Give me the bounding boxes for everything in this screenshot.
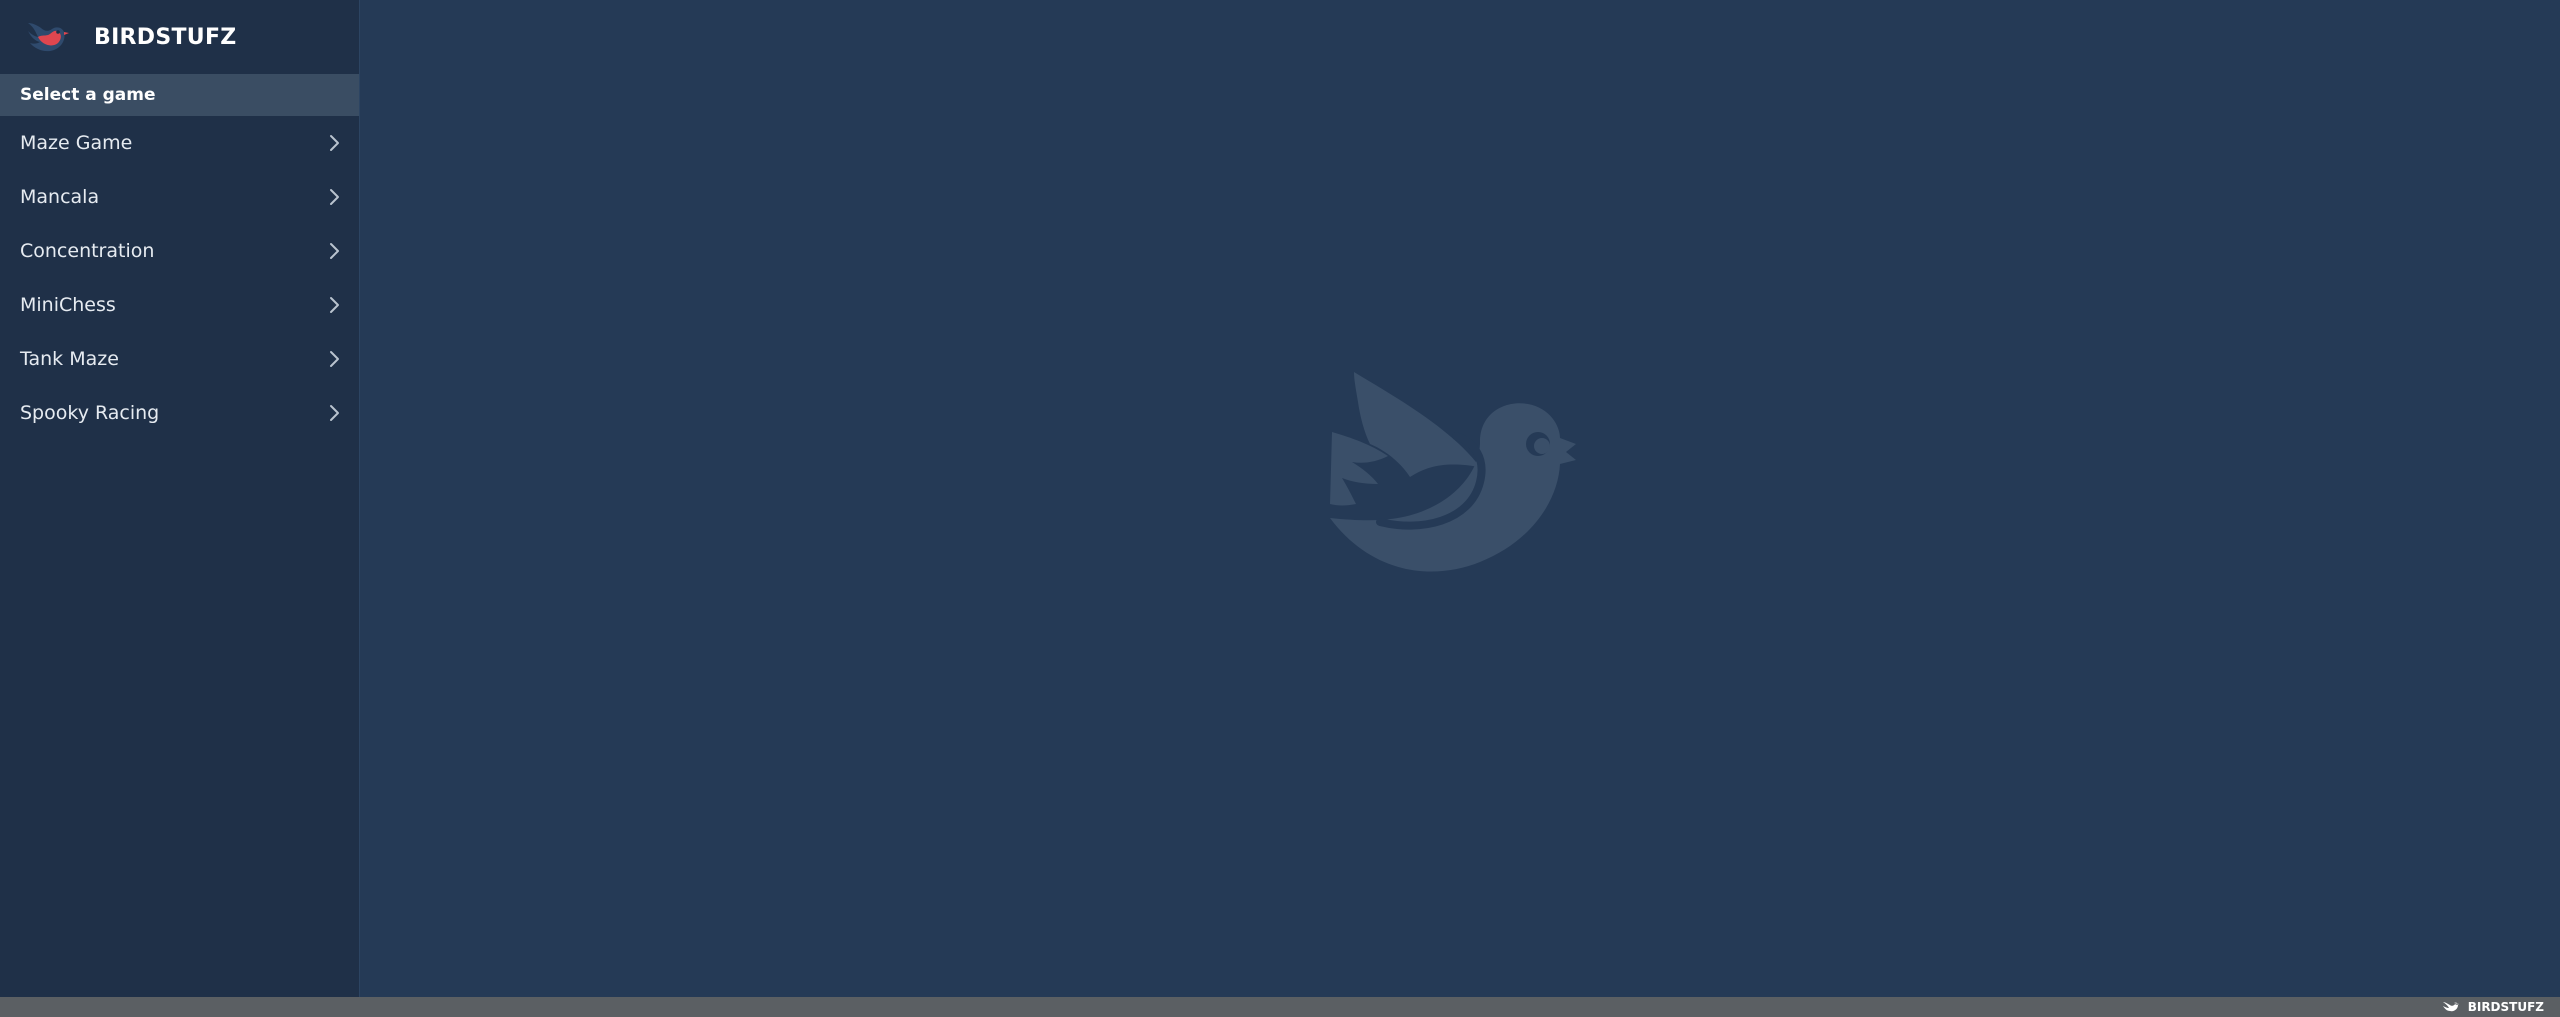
app-root: BIRDSTUFZ Select a game Maze Game Mancal…: [0, 0, 2560, 1017]
chevron-right-icon: [330, 351, 339, 367]
sidebar: BIRDSTUFZ Select a game Maze Game Mancal…: [0, 0, 360, 997]
chevron-right-icon: [330, 297, 339, 313]
sidebar-item-label: Mancala: [20, 186, 100, 208]
bird-logo-icon: [28, 23, 69, 52]
brand-name: BIRDSTUFZ: [94, 24, 237, 50]
sidebar-item-label: Tank Maze: [20, 348, 119, 370]
sidebar-item-tank-maze[interactable]: Tank Maze: [0, 332, 359, 386]
footer: BIRDSTUFZ: [0, 997, 2560, 1017]
section-title: Select a game: [0, 74, 359, 116]
game-menu: Maze Game Mancala Concentration MiniChes…: [0, 116, 359, 440]
sidebar-item-label: Spooky Racing: [20, 402, 160, 424]
sidebar-item-spooky-racing[interactable]: Spooky Racing: [0, 386, 359, 440]
sidebar-item-maze-game[interactable]: Maze Game: [0, 116, 359, 170]
chevron-right-icon: [330, 243, 339, 259]
sidebar-item-label: MiniChess: [20, 294, 116, 316]
sidebar-item-label: Maze Game: [20, 132, 133, 154]
bird-watermark-icon: [1330, 372, 1576, 572]
sidebar-item-concentration[interactable]: Concentration: [0, 224, 359, 278]
main-content: [360, 0, 2560, 997]
bird-small-icon: [2442, 1002, 2459, 1012]
sidebar-item-label: Concentration: [20, 240, 155, 262]
chevron-right-icon: [330, 189, 339, 205]
sidebar-item-mancala[interactable]: Mancala: [0, 170, 359, 224]
chevron-right-icon: [330, 135, 339, 151]
brand-header[interactable]: BIRDSTUFZ: [0, 0, 359, 74]
chevron-right-icon: [330, 405, 339, 421]
footer-brand-name: BIRDSTUFZ: [2467, 1000, 2544, 1014]
sidebar-item-minichess[interactable]: MiniChess: [0, 278, 359, 332]
